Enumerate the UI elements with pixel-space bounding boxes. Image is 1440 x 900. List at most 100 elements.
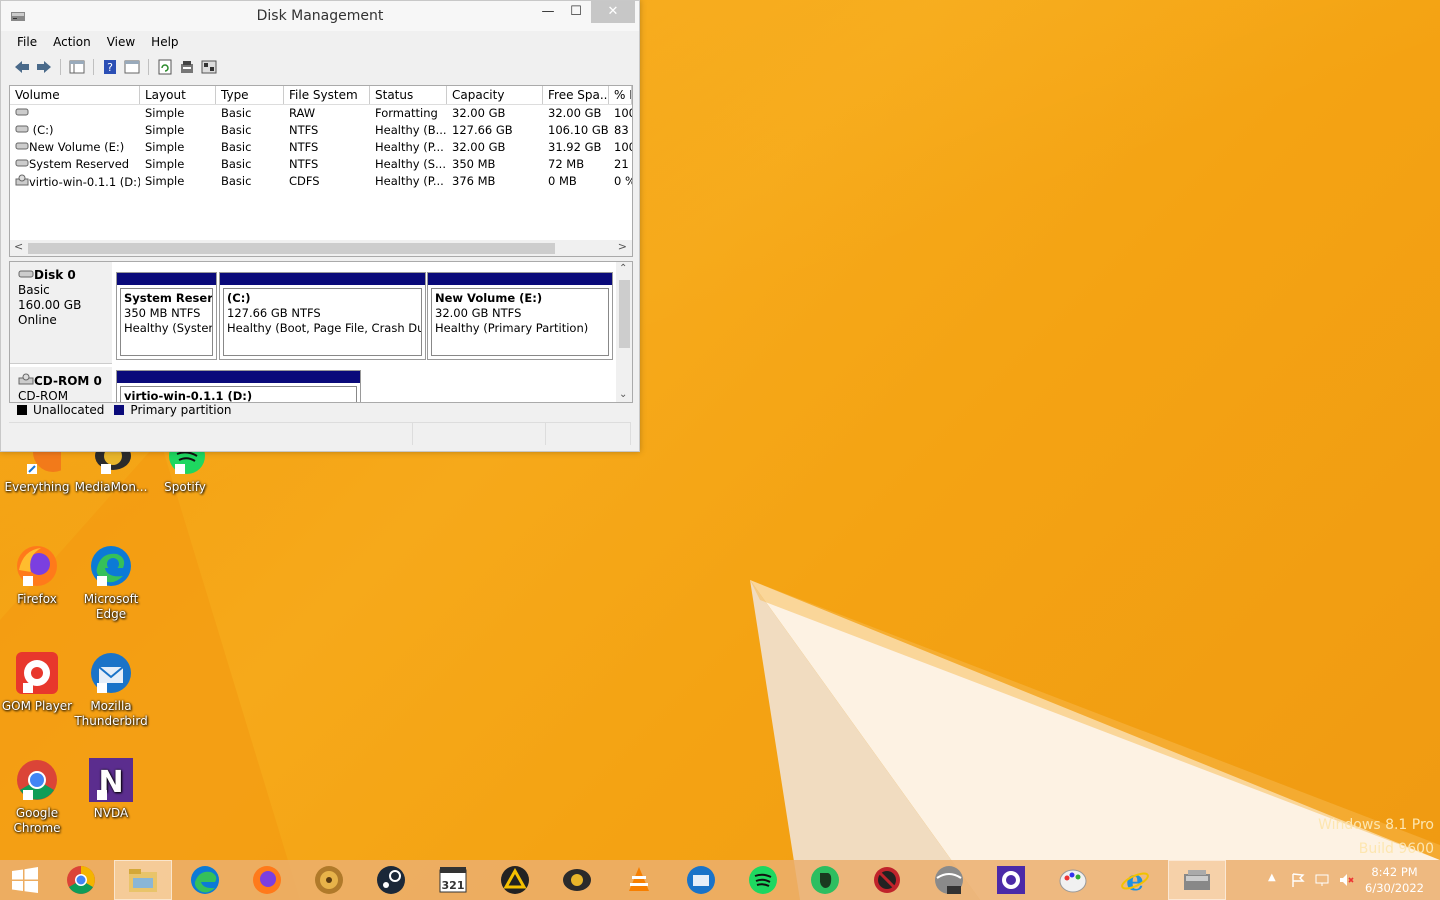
disk-management-window[interactable]: Disk Management — ☐ ✕ File Action View H… <box>0 0 640 452</box>
desktop-icon-gom-player[interactable]: GOM Player <box>0 649 74 714</box>
menu-view[interactable]: View <box>99 33 143 53</box>
column-percent-free[interactable]: % F <box>609 86 632 104</box>
cell-capacity: 32.00 GB <box>452 140 506 154</box>
taskbar-settings-app[interactable] <box>982 860 1040 900</box>
scroll-thumb[interactable] <box>619 280 630 348</box>
scroll-right-icon[interactable]: > <box>618 240 627 253</box>
column-layout[interactable]: Layout <box>140 86 216 104</box>
taskbar-vlc[interactable] <box>610 860 668 900</box>
svg-text:e: e <box>1126 864 1144 896</box>
partition-new-volume-e[interactable]: New Volume (E:) 32.00 GB NTFS Healthy (P… <box>427 272 613 360</box>
vertical-scrollbar[interactable]: ⌃ ⌄ <box>616 262 632 402</box>
show-hidden-icons-icon[interactable]: ▲ <box>1268 872 1276 883</box>
desktop-icon-nvda[interactable]: N NVDA <box>74 756 148 821</box>
taskbar-mediamonkey[interactable] <box>548 860 606 900</box>
cell-percent-free: 21 <box>614 157 629 171</box>
table-row[interactable]: (C:) Simple Basic NTFS Healthy (B... 127… <box>10 122 632 139</box>
desktop-icon-mediamonkey[interactable]: MediaMon... <box>74 442 148 495</box>
menu-action[interactable]: Action <box>45 33 99 53</box>
table-row[interactable]: Simple Basic RAW Formatting 32.00 GB 32.… <box>10 105 632 122</box>
maximize-button[interactable]: ☐ <box>561 1 591 23</box>
scroll-up-icon[interactable]: ⌃ <box>619 263 627 274</box>
desktop-icon-label: Firefox <box>17 592 57 606</box>
start-button[interactable] <box>0 860 50 900</box>
taskbar-steam[interactable] <box>362 860 420 900</box>
table-row[interactable]: New Volume (E:) Simple Basic NTFS Health… <box>10 139 632 156</box>
cell-percent-free: 100 <box>614 106 632 120</box>
cell-capacity: 32.00 GB <box>452 106 506 120</box>
cell-volume: (C:) <box>32 123 54 137</box>
volume-list[interactable]: Volume Layout Type File System Status Ca… <box>9 85 633 257</box>
paint-icon <box>1059 869 1087 893</box>
back-button[interactable] <box>13 58 31 76</box>
title-bar[interactable]: Disk Management — ☐ ✕ <box>1 1 639 31</box>
menu-help[interactable]: Help <box>143 33 186 53</box>
cell-status: Healthy (P... <box>375 140 444 154</box>
show-hide-console-tree-button[interactable] <box>68 58 86 76</box>
column-file-system[interactable]: File System <box>284 86 370 104</box>
network-icon[interactable] <box>1314 872 1330 888</box>
desktop-icon-thunderbird[interactable]: Mozilla Thunderbird <box>74 649 148 729</box>
desktop-icon-edge[interactable]: Microsoft Edge <box>74 542 148 622</box>
desktop-icon-firefox[interactable]: Firefox <box>0 542 74 607</box>
taskbar-chrome[interactable] <box>52 860 110 900</box>
disk-graphical-view[interactable]: Disk 0 Basic 160.00 GB Online System Res… <box>9 261 633 403</box>
settings-button[interactable] <box>200 58 218 76</box>
taskbar-evernote[interactable] <box>796 860 854 900</box>
partition-status: Healthy (Boot, Page File, Crash Dum <box>227 321 422 335</box>
svg-text:?: ? <box>107 61 113 74</box>
taskbar-clock[interactable]: 8:42 PM 6/30/2022 <box>1365 864 1424 896</box>
desktop-icon-spotify[interactable]: Spotify <box>148 438 222 495</box>
column-free-space[interactable]: Free Spa... <box>543 86 609 104</box>
disk-0-label[interactable]: Disk 0 Basic 160.00 GB Online <box>10 262 112 364</box>
forward-button[interactable] <box>35 58 53 76</box>
steam-icon <box>377 866 405 894</box>
taskbar-spotify[interactable] <box>734 860 792 900</box>
cell-status: Healthy (S... <box>375 157 446 171</box>
partition-system-reserved[interactable]: System Reserve 350 MB NTFS Healthy (Syst… <box>116 272 217 360</box>
partition-size: 350 MB NTFS <box>124 306 201 320</box>
disk-type: Basic <box>18 283 50 297</box>
taskbar-disk-management[interactable] <box>1168 860 1226 900</box>
partition-virtio-win-d[interactable]: virtio-win-0.1.1 (D:) <box>116 370 361 402</box>
column-type[interactable]: Type <box>216 86 284 104</box>
taskbar-paint[interactable] <box>1044 860 1102 900</box>
minimize-button[interactable]: — <box>533 1 563 23</box>
svg-text:321: 321 <box>442 879 465 892</box>
partition-name: (C:) <box>227 291 251 305</box>
column-volume[interactable]: Volume <box>10 86 140 104</box>
volume-muted-icon[interactable] <box>1338 872 1354 888</box>
action-center-flag-icon[interactable] <box>1290 872 1306 888</box>
properties-button[interactable] <box>178 58 196 76</box>
taskbar-firefox[interactable] <box>238 860 296 900</box>
taskbar-mpc[interactable]: 321 <box>424 860 482 900</box>
horizontal-scrollbar[interactable]: < > <box>10 240 632 256</box>
properties-view-button[interactable] <box>123 58 141 76</box>
taskbar-aimp[interactable] <box>300 860 358 900</box>
partition-size: 32.00 GB NTFS <box>435 306 522 320</box>
menu-file[interactable]: File <box>9 33 45 53</box>
cdrom-0-label[interactable]: CD-ROM 0 CD-ROM <box>10 367 112 402</box>
desktop-icon-chrome[interactable]: Google Chrome <box>0 756 74 836</box>
taskbar-blocker[interactable] <box>858 860 916 900</box>
taskbar-thunderbird[interactable] <box>672 860 730 900</box>
taskbar-edge[interactable] <box>176 860 234 900</box>
console-tree-icon <box>69 60 85 74</box>
cell-free-space: 31.92 GB <box>548 140 602 154</box>
taskbar-app-triangle[interactable] <box>486 860 544 900</box>
scroll-down-icon[interactable]: ⌄ <box>619 389 627 400</box>
taskbar-google-earth[interactable] <box>920 860 978 900</box>
column-status[interactable]: Status <box>370 86 447 104</box>
scroll-thumb[interactable] <box>28 243 555 254</box>
help-button[interactable]: ? <box>101 58 119 76</box>
table-row[interactable]: virtio-win-0.1.1 (D:) Simple Basic CDFS … <box>10 173 632 190</box>
scroll-left-icon[interactable]: < <box>14 240 23 253</box>
taskbar-file-explorer[interactable] <box>114 860 172 900</box>
partition-c[interactable]: (C:) 127.66 GB NTFS Healthy (Boot, Page … <box>219 272 426 360</box>
close-button[interactable]: ✕ <box>591 1 635 23</box>
column-capacity[interactable]: Capacity <box>447 86 543 104</box>
taskbar-internet-explorer[interactable]: e <box>1106 860 1164 900</box>
desktop-icon-everything[interactable]: Everything <box>0 432 74 495</box>
refresh-button[interactable] <box>156 58 174 76</box>
table-row[interactable]: System Reserved Simple Basic NTFS Health… <box>10 156 632 173</box>
